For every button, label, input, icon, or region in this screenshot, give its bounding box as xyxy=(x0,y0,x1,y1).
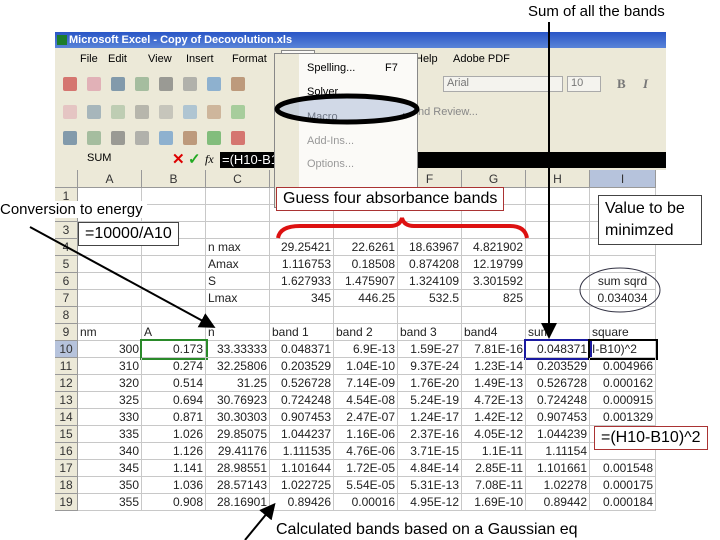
gaussian-arrow xyxy=(244,502,276,540)
annotation-overlay xyxy=(29,22,661,540)
conversion-arrow xyxy=(29,226,216,328)
sum-sqrd-ellipse xyxy=(579,267,661,313)
red-brace xyxy=(276,217,529,239)
solver-highlight-ellipse xyxy=(274,93,420,125)
